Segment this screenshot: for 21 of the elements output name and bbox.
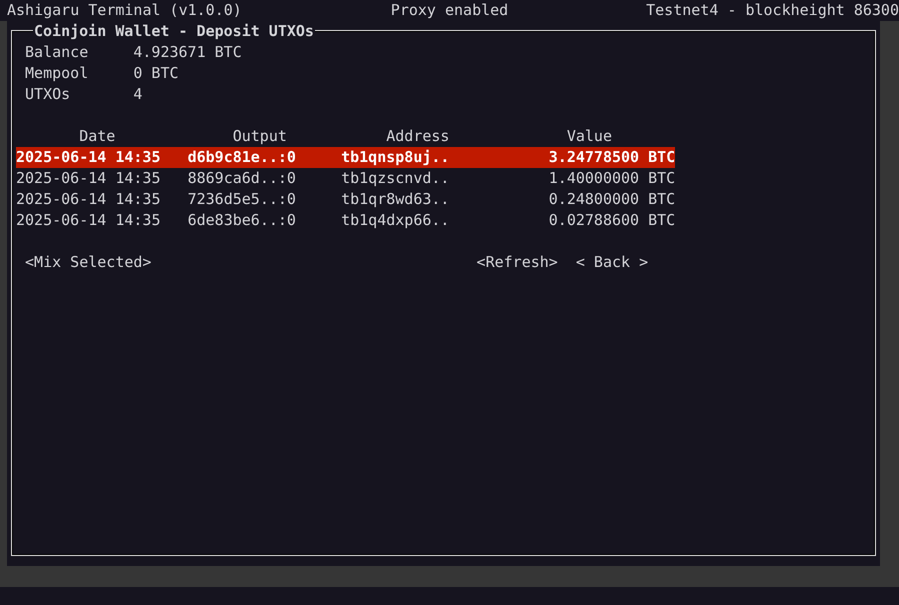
summary-value: 4.923671 BTC [133, 42, 242, 63]
proxy-status: Proxy enabled [390, 0, 508, 21]
column-header: Value [566, 126, 613, 147]
summary-value: 4 [133, 84, 142, 105]
summary-label: Balance [24, 42, 90, 63]
panel-title: Coinjoin Wallet - Deposit UTXOs [33, 21, 315, 42]
utxo-row[interactable]: 2025-06-14 14:35 d6b9c81e..:0 tb1qnsp8uj.. 3.24778500 BTC [16, 147, 676, 168]
app-title: Ashigaru Terminal (v1.0.0) [6, 0, 243, 21]
utxo-row[interactable]: 2025-06-14 14:35 6de83be6..:0 tb1q4dxp66.. 0.02788600 BTC [16, 210, 676, 231]
column-header: Output [232, 126, 288, 147]
network-status: Testnet4 - blockheight 86300 [645, 0, 899, 21]
mix-button[interactable]: <Mix Selected> [25, 252, 152, 273]
summary-label: Mempool [24, 63, 90, 84]
back-button[interactable]: < Back > [576, 252, 648, 273]
utxo-row[interactable]: 2025-06-14 14:35 8869ca6d..:0 tb1qzscnvd.. 1.40000000 BTC [16, 168, 676, 189]
column-header: Date [78, 126, 116, 147]
summary-value: 0 BTC [133, 63, 179, 84]
summary-label: UTXOs [24, 84, 72, 105]
refresh-button[interactable]: <Refresh> [476, 252, 558, 273]
utxo-row[interactable]: 2025-06-14 14:35 7236d5e5..:0 tb1qr8wd63.. 0.24800000 BTC [16, 189, 676, 210]
column-header: Address [385, 126, 450, 147]
